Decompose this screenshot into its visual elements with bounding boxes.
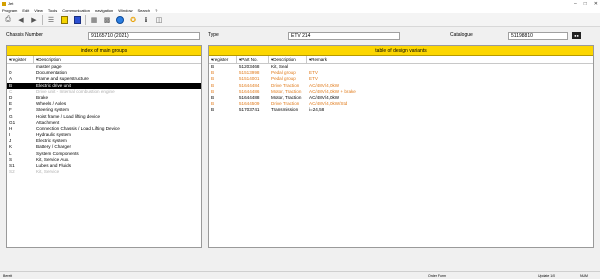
description-cell: Kit, Service bbox=[36, 169, 60, 175]
status-num: NUM bbox=[580, 274, 588, 278]
title-bar: Jet – □ ✕ bbox=[0, 0, 600, 7]
status-update: Update 1/0 bbox=[538, 274, 556, 278]
info-bar: Chassis Number 91165710 (2021) Type ETV … bbox=[0, 27, 600, 45]
catalogue-label: Catalogue bbox=[450, 32, 473, 38]
menu-tools[interactable]: Tools bbox=[48, 8, 57, 13]
blue-book-icon[interactable] bbox=[72, 15, 82, 25]
description-cell: Transmission bbox=[271, 107, 299, 113]
main-groups-panel: index of main groups ▾register ▾Descript… bbox=[6, 45, 202, 248]
menu-help[interactable]: ? bbox=[155, 8, 157, 13]
tile-icon[interactable]: ▩ bbox=[102, 15, 112, 25]
star-icon[interactable]: ✪ bbox=[128, 15, 138, 25]
menu-edit[interactable]: Edit bbox=[22, 8, 29, 13]
back-icon[interactable]: ◀ bbox=[16, 15, 26, 25]
register-cell: S2 bbox=[9, 169, 15, 175]
type-label: Type bbox=[208, 32, 219, 38]
window-title: Jet bbox=[8, 1, 14, 6]
menu-search[interactable]: Search bbox=[137, 8, 150, 13]
minimize-icon[interactable]: – bbox=[574, 1, 577, 7]
status-text: Bereit bbox=[3, 274, 13, 278]
print-icon[interactable]: ⎙ bbox=[3, 15, 13, 25]
menu-view[interactable]: View bbox=[34, 8, 43, 13]
menu-communication[interactable]: Communication bbox=[62, 8, 90, 13]
col-register[interactable]: ▾register bbox=[7, 56, 34, 63]
status-bar: Bereit Order Form Update 1/0 NUM bbox=[0, 271, 600, 279]
close-icon[interactable]: ✕ bbox=[594, 1, 598, 7]
document-icon[interactable]: ◫ bbox=[154, 15, 164, 25]
menu-navigation[interactable]: navigation bbox=[95, 8, 113, 13]
design-variants-header: table of design variants bbox=[209, 46, 593, 56]
app-icon bbox=[2, 1, 6, 6]
design-variants-column-header: ▾register ▾Part No. ▾Description ▾Remark bbox=[209, 56, 593, 64]
catalogue-field[interactable]: 51198810 bbox=[508, 32, 568, 40]
chassis-label: Chassis Number bbox=[6, 32, 43, 38]
main-groups-header: index of main groups bbox=[7, 46, 201, 56]
col-description[interactable]: ▾Description bbox=[269, 56, 307, 63]
lock-icon[interactable]: ●● bbox=[572, 32, 581, 39]
toolbar: ⎙ ◀ ▶ ☰ ▦ ▩ ✪ i ◫ bbox=[0, 13, 600, 27]
maximize-icon[interactable]: □ bbox=[584, 1, 587, 7]
main-groups-column-header: ▾register ▾Description bbox=[7, 56, 201, 64]
toolbar-separator bbox=[42, 14, 43, 25]
remark-cell: i=24,58 bbox=[309, 107, 325, 113]
status-order-form: Order Form bbox=[428, 274, 447, 278]
table-row[interactable]: B 51703741 Transmission i=24,58 bbox=[209, 107, 593, 113]
menu-window[interactable]: Window bbox=[118, 8, 132, 13]
col-remark[interactable]: ▾Remark bbox=[307, 56, 593, 63]
list-item[interactable]: S2 Kit, Service bbox=[7, 169, 201, 175]
globe-icon[interactable] bbox=[115, 15, 125, 25]
forward-icon[interactable]: ▶ bbox=[29, 15, 39, 25]
col-register[interactable]: ▾register bbox=[209, 56, 237, 63]
list-icon[interactable]: ☰ bbox=[46, 15, 56, 25]
chassis-field[interactable]: 91165710 (2021) bbox=[88, 32, 200, 40]
info-icon[interactable]: i bbox=[141, 15, 151, 25]
design-variants-table: B 51203468 Kit, Seal B 51513998 Pedal group ET… bbox=[209, 64, 593, 114]
main-groups-list: master page 0 Documentation A Frame and supe… bbox=[7, 64, 201, 175]
part-no-cell: 51703741 bbox=[239, 107, 260, 113]
grid-icon[interactable]: ▦ bbox=[89, 15, 99, 25]
col-description[interactable]: ▾Description bbox=[34, 56, 201, 63]
toolbar-separator bbox=[85, 14, 86, 25]
yellow-note-icon[interactable] bbox=[59, 15, 69, 25]
register-cell: B bbox=[211, 107, 215, 113]
menu-program[interactable]: Program bbox=[2, 8, 17, 13]
design-variants-panel: table of design variants ▾register ▾Part… bbox=[208, 45, 594, 248]
col-part-no[interactable]: ▾Part No. bbox=[237, 56, 269, 63]
type-field[interactable]: ETV 214 bbox=[288, 32, 400, 40]
